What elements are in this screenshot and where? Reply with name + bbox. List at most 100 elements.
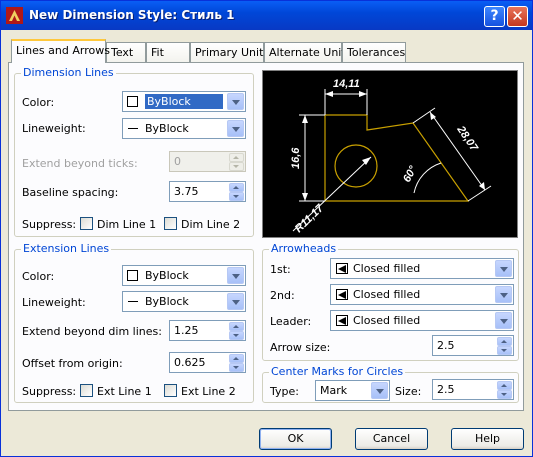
cancel-button[interactable]: Cancel bbox=[355, 428, 428, 450]
ok-button[interactable]: OK bbox=[259, 428, 332, 450]
close-button[interactable]: ✕ bbox=[507, 6, 528, 27]
color-swatch-icon bbox=[127, 96, 138, 107]
spin-up-icon bbox=[229, 153, 244, 162]
chevron-down-icon[interactable] bbox=[227, 120, 244, 137]
dim-lineweight-select[interactable]: ByBlock bbox=[122, 118, 246, 139]
preview-drawing: 14,11 16,6 28,07 60° R11,17 bbox=[290, 78, 492, 235]
part-hole bbox=[334, 144, 378, 188]
autocad-app-icon bbox=[6, 7, 23, 24]
preview-dim-left: 16,6 bbox=[290, 147, 302, 169]
tab-primary-units[interactable]: Primary Units bbox=[190, 42, 269, 62]
baseline-spacing-spinner[interactable]: 3.75 bbox=[169, 181, 246, 202]
closed-filled-arrow-icon bbox=[336, 289, 348, 300]
preview-dim-right: 28,07 bbox=[454, 123, 480, 154]
help-button[interactable]: Help bbox=[451, 428, 524, 450]
preview-dim-angle: 60° bbox=[401, 164, 420, 185]
preview-arrows bbox=[302, 91, 485, 201]
baseline-spacing-value: 3.75 bbox=[174, 185, 199, 198]
dim-lineweight-label: Lineweight: bbox=[22, 122, 86, 135]
closed-filled-arrow-icon bbox=[336, 315, 348, 326]
dim-line-2-checkbox[interactable] bbox=[164, 217, 177, 230]
dim-line-1-label: Dim Line 1 bbox=[97, 218, 157, 231]
tab-alternate-units[interactable]: Alternate Units bbox=[264, 42, 351, 62]
leader-arrow-value: Closed filled bbox=[353, 314, 421, 327]
ext-lineweight-select[interactable]: ByBlock bbox=[122, 291, 246, 312]
ext-line-1-checkbox[interactable] bbox=[80, 384, 93, 397]
title-bar[interactable]: New Dimension Style: Стиль 1 ? ✕ bbox=[1, 1, 532, 30]
group-title: Dimension Lines bbox=[21, 66, 116, 79]
ext-suppress-label: Suppress: bbox=[22, 385, 77, 398]
spin-up-icon[interactable] bbox=[229, 322, 244, 331]
dim-extend-spinner: 0 bbox=[169, 151, 246, 172]
spin-up-icon[interactable] bbox=[229, 183, 244, 192]
ext-extend-value: 1.25 bbox=[174, 324, 199, 337]
chevron-down-icon[interactable] bbox=[227, 267, 244, 284]
ext-line-1-label: Ext Line 1 bbox=[97, 385, 152, 398]
first-arrow-value: Closed filled bbox=[353, 262, 421, 275]
arrow-size-spinner[interactable]: 2.5 bbox=[432, 335, 514, 356]
preview-dim-top: 14,11 bbox=[333, 78, 360, 90]
window-title: New Dimension Style: Стиль 1 bbox=[29, 8, 235, 22]
leader-arrow-select[interactable]: Closed filled bbox=[330, 310, 514, 331]
dim-suppress-label: Suppress: bbox=[22, 218, 77, 231]
dim-extend-label: Extend beyond ticks: bbox=[22, 157, 138, 170]
dim-color-label: Color: bbox=[22, 96, 55, 109]
title-help-button[interactable]: ? bbox=[484, 6, 505, 27]
ext-extend-spinner[interactable]: 1.25 bbox=[169, 320, 246, 341]
spin-up-icon[interactable] bbox=[497, 337, 512, 346]
first-arrow-select[interactable]: Closed filled bbox=[330, 258, 514, 279]
spin-down-icon[interactable] bbox=[497, 390, 512, 399]
preview-dim-radius: R11,17 bbox=[293, 202, 327, 235]
arrow-size-value: 2.5 bbox=[437, 339, 455, 352]
chevron-down-icon[interactable] bbox=[227, 93, 244, 110]
dim-line-2-label: Dim Line 2 bbox=[181, 218, 241, 231]
dim-color-select[interactable]: ByBlock bbox=[122, 91, 246, 112]
preview-geometry bbox=[324, 114, 470, 202]
tab-text[interactable]: Text bbox=[106, 42, 146, 62]
dimension-preview: 14,11 16,6 28,07 60° R11,17 bbox=[262, 70, 518, 238]
chevron-down-icon[interactable] bbox=[227, 293, 244, 310]
dim-color-value: ByBlock bbox=[145, 94, 223, 109]
ext-line-2-label: Ext Line 2 bbox=[181, 385, 236, 398]
chevron-down-icon[interactable] bbox=[371, 382, 388, 399]
tab-tolerances[interactable]: Tolerances bbox=[342, 42, 406, 62]
center-type-label: Type: bbox=[270, 385, 299, 398]
ext-color-value: ByBlock bbox=[145, 269, 189, 282]
chevron-down-icon[interactable] bbox=[495, 312, 512, 329]
spin-down-icon[interactable] bbox=[229, 363, 244, 372]
center-type-value: Mark bbox=[320, 384, 348, 397]
spin-down-icon[interactable] bbox=[497, 346, 512, 355]
chevron-down-icon[interactable] bbox=[495, 260, 512, 277]
second-arrow-select[interactable]: Closed filled bbox=[330, 284, 514, 305]
tab-fit[interactable]: Fit bbox=[146, 42, 190, 62]
spin-down-icon[interactable] bbox=[229, 331, 244, 340]
ext-lineweight-value: ByBlock bbox=[145, 295, 189, 308]
offset-origin-value: 0.625 bbox=[174, 356, 206, 369]
spin-up-icon[interactable] bbox=[497, 381, 512, 390]
part-outline bbox=[324, 114, 470, 202]
offset-origin-spinner[interactable]: 0.625 bbox=[169, 352, 246, 373]
ext-color-select[interactable]: ByBlock bbox=[122, 265, 246, 286]
baseline-spacing-label: Baseline spacing: bbox=[22, 186, 119, 199]
dim-line-1-checkbox[interactable] bbox=[80, 217, 93, 230]
closed-filled-arrow-icon bbox=[336, 263, 348, 274]
center-size-value: 2.5 bbox=[437, 383, 455, 396]
group-title: Center Marks for Circles bbox=[269, 365, 406, 378]
arrow-size-label: Arrow size: bbox=[270, 341, 331, 354]
second-arrow-value: Closed filled bbox=[353, 288, 421, 301]
chevron-down-icon[interactable] bbox=[495, 286, 512, 303]
spin-down-icon[interactable] bbox=[229, 192, 244, 201]
center-size-spinner[interactable]: 2.5 bbox=[432, 379, 514, 400]
group-title: Extension Lines bbox=[21, 242, 112, 255]
spin-down-icon bbox=[229, 162, 244, 171]
ext-line-2-checkbox[interactable] bbox=[164, 384, 177, 397]
dim-extend-value: 0 bbox=[174, 155, 181, 168]
ext-extend-label: Extend beyond dim lines: bbox=[22, 325, 162, 338]
spin-up-icon[interactable] bbox=[229, 354, 244, 363]
color-swatch-icon bbox=[127, 270, 138, 281]
ext-lineweight-label: Lineweight: bbox=[22, 296, 86, 309]
group-title: Arrowheads bbox=[269, 242, 339, 255]
center-type-select[interactable]: Mark bbox=[315, 380, 390, 401]
tab-lines-and-arrows[interactable]: Lines and Arrows bbox=[11, 39, 110, 63]
first-arrow-label: 1st: bbox=[270, 263, 291, 276]
